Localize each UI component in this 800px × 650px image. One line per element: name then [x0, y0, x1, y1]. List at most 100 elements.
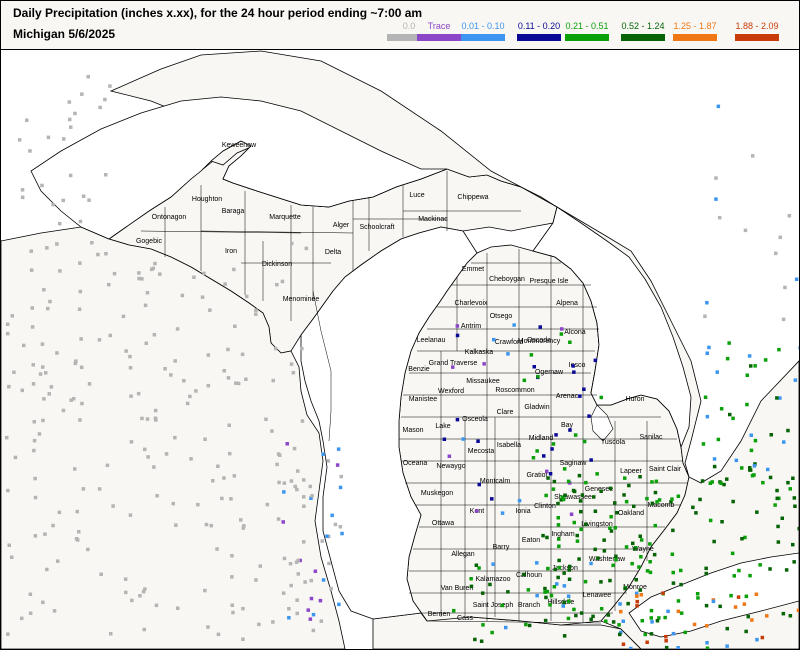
- station-marker: [121, 314, 126, 319]
- station-marker: [43, 532, 47, 536]
- station-marker: [37, 432, 42, 436]
- legend-label: 0.52 - 1.24: [621, 21, 665, 31]
- station-marker: [624, 545, 629, 549]
- station-marker: [73, 467, 77, 471]
- station-marker: [635, 604, 639, 608]
- station-marker: [751, 154, 755, 158]
- map-title: Daily Precipitation (inches x.xx), for t…: [13, 6, 423, 20]
- legend-swatch: [565, 34, 609, 41]
- station-marker: [714, 176, 718, 180]
- station-marker: [56, 559, 60, 563]
- station-marker: [725, 477, 729, 481]
- station-marker: [264, 417, 268, 421]
- station-marker: [781, 317, 786, 322]
- station-marker: [592, 495, 596, 499]
- station-marker: [452, 608, 456, 613]
- station-marker: [105, 463, 110, 468]
- station-marker: [103, 97, 107, 102]
- station-marker: [613, 501, 617, 505]
- station-marker: [649, 632, 654, 636]
- station-marker: [567, 568, 571, 572]
- station-marker: [481, 623, 485, 627]
- county-label: Ingham: [551, 531, 575, 538]
- station-marker: [80, 401, 84, 406]
- station-marker: [45, 246, 49, 250]
- station-marker: [232, 474, 237, 478]
- station-marker: [143, 303, 148, 308]
- station-marker: [599, 395, 603, 400]
- station-marker: [33, 495, 38, 500]
- station-marker: [216, 464, 220, 468]
- county-label: Alcona: [564, 329, 586, 336]
- station-marker: [711, 599, 716, 604]
- county-label: Benzie: [408, 366, 430, 373]
- station-marker: [705, 646, 710, 649]
- station-marker: [209, 523, 213, 528]
- station-marker: [671, 528, 675, 533]
- station-marker: [29, 249, 33, 253]
- county-label: Newaygo: [436, 463, 465, 470]
- station-marker: [311, 612, 316, 617]
- station-marker: [72, 397, 76, 401]
- station-marker: [276, 517, 281, 521]
- county-label: Allegan: [451, 551, 474, 558]
- station-marker: [28, 592, 33, 596]
- station-marker: [695, 592, 700, 596]
- station-marker: [137, 276, 141, 281]
- station-marker: [282, 556, 287, 561]
- station-marker: [546, 476, 550, 480]
- station-marker: [587, 414, 591, 418]
- station-marker: [442, 437, 447, 441]
- station-marker: [86, 547, 90, 552]
- station-marker: [776, 524, 780, 529]
- station-marker: [273, 346, 278, 351]
- station-marker: [222, 369, 226, 373]
- station-marker: [611, 563, 615, 568]
- station-marker: [639, 593, 643, 597]
- station-marker: [550, 447, 554, 451]
- station-marker: [553, 567, 557, 572]
- station-marker: [725, 626, 729, 631]
- station-marker: [532, 365, 536, 369]
- station-marker: [707, 345, 711, 350]
- station-marker: [775, 496, 779, 501]
- station-marker: [10, 555, 14, 559]
- station-marker: [666, 609, 670, 614]
- station-marker: [226, 347, 230, 352]
- station-marker: [310, 494, 314, 498]
- station-marker: [775, 396, 779, 400]
- station-marker: [793, 378, 798, 382]
- station-marker: [188, 394, 192, 399]
- station-marker: [648, 542, 652, 546]
- station-marker: [447, 454, 452, 458]
- county-label: Presque Isle: [530, 278, 569, 285]
- station-marker: [546, 566, 550, 571]
- station-marker: [676, 599, 681, 603]
- station-marker: [652, 552, 657, 557]
- station-marker: [220, 496, 224, 501]
- station-marker: [614, 558, 618, 562]
- station-marker: [691, 505, 695, 510]
- station-marker: [196, 502, 200, 507]
- station-marker: [5, 435, 9, 440]
- station-marker: [146, 455, 150, 459]
- station-marker: [291, 371, 296, 375]
- station-marker: [490, 497, 494, 501]
- station-marker: [753, 364, 757, 368]
- station-marker: [538, 325, 542, 329]
- station-marker: [97, 338, 102, 342]
- station-marker: [285, 442, 289, 446]
- station-marker: [293, 484, 297, 489]
- county-label: Mackinac: [418, 216, 448, 223]
- station-marker: [535, 449, 539, 453]
- station-marker: [203, 588, 207, 593]
- station-marker: [154, 603, 159, 608]
- station-marker: [653, 490, 658, 495]
- legend-label: 1.88 - 2.09: [735, 21, 779, 31]
- station-marker: [557, 558, 561, 563]
- station-marker: [527, 623, 532, 628]
- station-marker: [318, 598, 323, 603]
- county-label: Houghton: [192, 196, 222, 203]
- station-marker: [719, 407, 724, 411]
- station-marker: [258, 564, 262, 568]
